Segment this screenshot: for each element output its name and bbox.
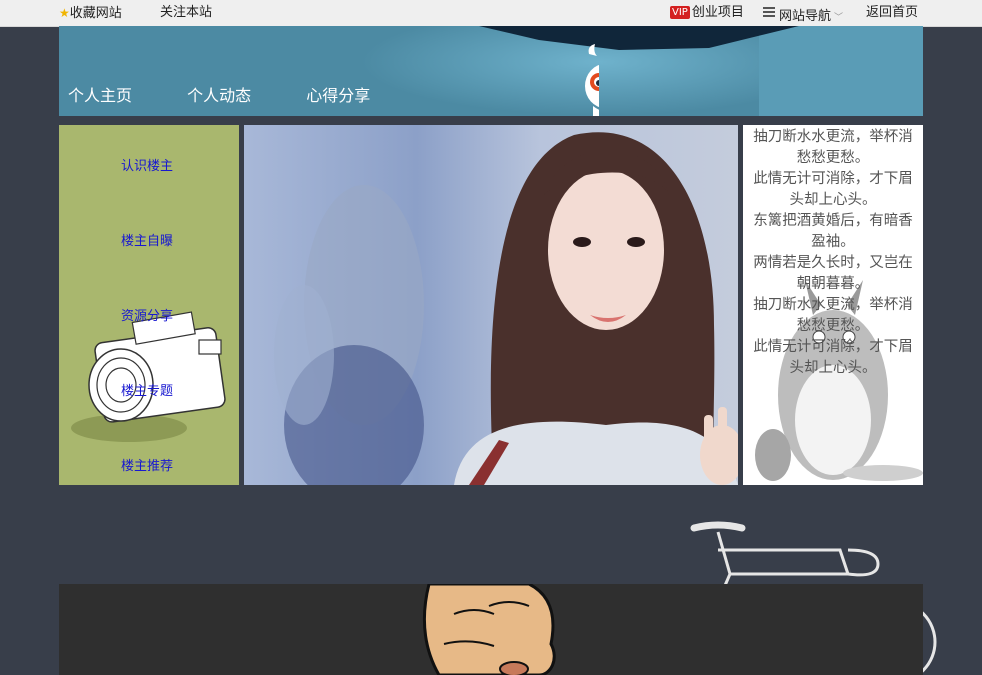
sidebar-link-about[interactable]: 认识楼主 <box>121 155 173 174</box>
follow-label: 关注本站 <box>160 5 213 20</box>
sidebar-link-recommend[interactable]: 楼主推荐 <box>121 455 173 474</box>
nav-updates[interactable]: 个人动态 <box>187 86 251 105</box>
startup-label: 创业项目 <box>691 5 744 20</box>
sidebar-link-topics[interactable]: 楼主专题 <box>121 380 173 399</box>
top-bar: ★收藏网站 关注本站 VIP 创业项目 网站导航 ﹀ 返回首页 <box>0 0 982 27</box>
mascot-icon <box>585 44 599 116</box>
poem-line: 愁愁更愁。 <box>796 150 870 166</box>
poem-text: 抽刀断水水更流，举杯消 愁愁更愁。 此情无计可消除，才下眉 头却上心头。 东篱把… <box>743 127 923 379</box>
header-banner: 个人主页 个人动态 心得分享 <box>59 26 923 116</box>
star-icon: ★ <box>59 6 70 20</box>
nav-sharing[interactable]: 心得分享 <box>306 86 370 105</box>
poem-line: 抽刀断水水更流，举杯消 <box>753 297 913 313</box>
banner-nav: 个人主页 个人动态 心得分享 <box>68 82 420 106</box>
poem-line: 朝朝暮暮。 <box>796 276 870 292</box>
bottom-section <box>59 584 923 675</box>
site-nav-label: 网站导航 <box>779 9 832 24</box>
bookmark-label: 收藏网站 <box>69 6 122 21</box>
menu-icon <box>763 5 775 19</box>
poem-line: 抽刀断水水更流，举杯消 <box>753 129 913 145</box>
site-nav-dropdown[interactable]: 网站导航 ﹀ <box>763 5 843 26</box>
chevron-down-icon: ﹀ <box>834 13 844 23</box>
follow-link[interactable]: 关注本站 <box>160 5 212 21</box>
poem-line: 头却上心头。 <box>789 360 877 376</box>
poem-line: 两情若是久长时，又岂在 <box>753 255 913 271</box>
poem-line: 此情无计可消除，才下眉 <box>753 339 913 355</box>
fist-illustration <box>422 584 556 675</box>
home-label: 返回首页 <box>866 5 919 20</box>
poem-line: 愁愁更愁。 <box>796 318 870 334</box>
poem-panel: 抽刀断水水更流，举杯消 愁愁更愁。 此情无计可消除，才下眉 头却上心头。 东篱把… <box>743 125 923 485</box>
poem-line: 此情无计可消除，才下眉 <box>753 171 913 187</box>
home-link[interactable]: 返回首页 <box>866 5 918 21</box>
sidebar: 认识楼主 楼主自曝 资源分享 楼主专题 楼主推荐 <box>59 125 239 485</box>
poem-line: 盈袖。 <box>811 234 855 250</box>
featured-photo <box>244 125 738 485</box>
poem-line: 东篱把酒黄婚后，有暗香 <box>753 213 913 229</box>
sidebar-link-resources[interactable]: 资源分享 <box>121 305 173 324</box>
bookmark-link[interactable]: ★收藏网站 <box>59 5 122 22</box>
portrait-illustration <box>274 132 738 485</box>
poem-line: 头却上心头。 <box>789 192 877 208</box>
nav-home[interactable]: 个人主页 <box>68 86 132 105</box>
sidebar-link-reveal[interactable]: 楼主自曝 <box>121 230 173 249</box>
vip-badge: VIP <box>670 6 690 19</box>
startup-link[interactable]: VIP 创业项目 <box>670 5 744 21</box>
